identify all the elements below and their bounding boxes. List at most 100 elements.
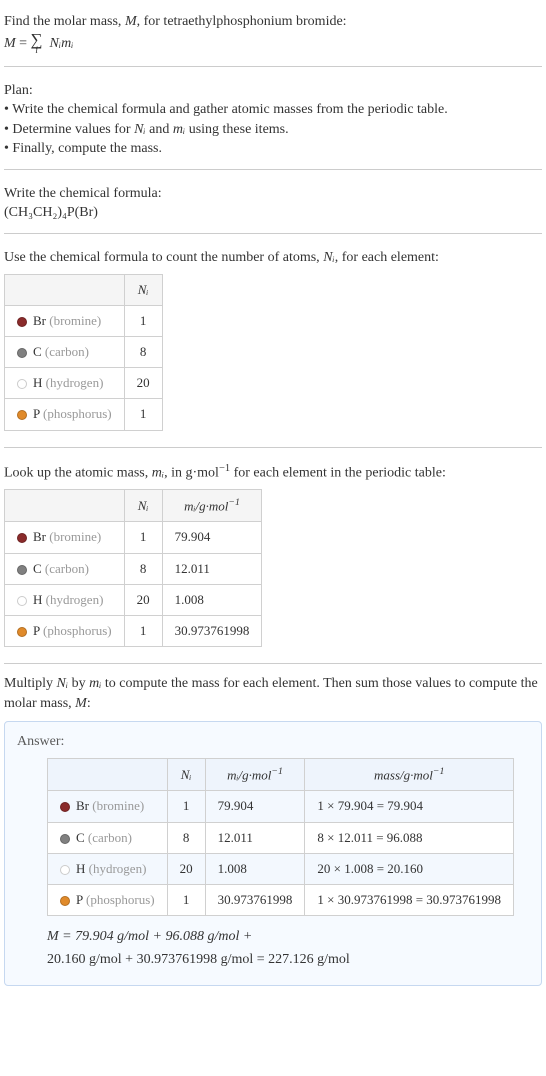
element-symbol: C (33, 344, 42, 359)
plan-b2-post: using these items. (185, 122, 288, 137)
table-row: P (phosphorus) 1 (5, 399, 163, 430)
lookup-n: 1 (124, 615, 162, 646)
element-dot-icon (60, 834, 70, 844)
element-dot-icon (60, 896, 70, 906)
element-symbol: C (76, 830, 85, 845)
plan-b2-pre: • Determine values for (4, 122, 134, 137)
ans-n: 8 (167, 822, 205, 853)
count-section: Use the chemical formula to count the nu… (4, 244, 542, 448)
table-header-row: Nᵢ mᵢ/g·mol−1 mass/g·mol−1 (48, 758, 514, 791)
ans-m: 30.973761998 (205, 884, 305, 915)
element-name: (phosphorus) (43, 623, 112, 638)
eq-m: M (4, 36, 16, 51)
element-name: (phosphorus) (86, 892, 155, 907)
element-dot-icon (60, 802, 70, 812)
element-dot-icon (17, 627, 27, 637)
table-header-row: Nᵢ (5, 274, 163, 305)
count-n: 20 (124, 368, 162, 399)
element-name: (hydrogen) (46, 375, 104, 390)
header-n: Nᵢ (124, 274, 162, 305)
element-dot-icon (60, 865, 70, 875)
eq-terms: Nᵢmᵢ (46, 36, 73, 51)
lookup-n: 20 (124, 584, 162, 615)
element-name: (phosphorus) (43, 406, 112, 421)
table-row: C (carbon) 8 12.011 8 × 12.011 = 96.088 (48, 822, 514, 853)
final-equation: M = 79.904 g/mol + 96.088 g/mol + 20.160… (47, 926, 529, 971)
element-symbol: H (33, 375, 42, 390)
element-symbol: H (76, 861, 85, 876)
ans-m: 1.008 (205, 853, 305, 884)
lookup-section: Look up the atomic mass, mᵢ, in g·mol−1 … (4, 458, 542, 665)
table-header-row: Nᵢ mᵢ/g·mol−1 (5, 489, 262, 522)
element-name: (bromine) (49, 529, 101, 544)
answer-label: Answer: (17, 732, 529, 752)
header-empty (5, 274, 125, 305)
plan-bullet-3: • Finally, compute the mass. (4, 139, 542, 159)
element-symbol: P (33, 623, 40, 638)
table-row: H (hydrogen) 20 (5, 368, 163, 399)
eq-eq: = (16, 36, 31, 51)
intro-equation: M = ∑i Nᵢmᵢ (4, 32, 542, 56)
lookup-m: 12.011 (162, 553, 262, 584)
element-dot-icon (17, 348, 27, 358)
element-name: (carbon) (45, 344, 89, 359)
intro-var-m: M (125, 14, 137, 29)
plan-b2-and: and (146, 122, 173, 137)
ans-mass: 1 × 79.904 = 79.904 (305, 791, 514, 822)
count-n: 1 (124, 305, 162, 336)
chemical-formula: (CH₃CH₂)₄P(Br) (4, 203, 542, 223)
plan-b2-n: Nᵢ (134, 122, 146, 137)
element-name: (carbon) (88, 830, 132, 845)
table-row: P (phosphorus) 1 30.973761998 (5, 615, 262, 646)
ans-n: 1 (167, 791, 205, 822)
count-n: 1 (124, 399, 162, 430)
element-name: (hydrogen) (46, 592, 104, 607)
count-table: Nᵢ Br (bromine) 1 C (carbon) 8 H (hydrog… (4, 274, 163, 431)
plan-bullet-1: • Write the chemical formula and gather … (4, 100, 542, 120)
element-dot-icon (17, 596, 27, 606)
header-empty (5, 489, 125, 522)
multiply-section: Multiply Nᵢ by mᵢ to compute the mass fo… (4, 674, 542, 717)
table-row: H (hydrogen) 20 1.008 (5, 584, 262, 615)
count-pre: Use the chemical formula to count the nu… (4, 250, 323, 265)
element-name: (hydrogen) (89, 861, 147, 876)
table-row: H (hydrogen) 20 1.008 20 × 1.008 = 20.16… (48, 853, 514, 884)
element-symbol: Br (33, 313, 46, 328)
count-line: Use the chemical formula to count the nu… (4, 248, 542, 268)
plan-b2-m: mᵢ (173, 122, 185, 137)
mul-m: mᵢ (89, 676, 101, 691)
answer-box: Answer: Nᵢ mᵢ/g·mol−1 mass/g·mol−1 Br (b… (4, 721, 542, 986)
count-n: 8 (124, 337, 162, 368)
table-row: P (phosphorus) 1 30.973761998 1 × 30.973… (48, 884, 514, 915)
table-row: Br (bromine) 1 79.904 1 × 79.904 = 79.90… (48, 791, 514, 822)
lookup-pre: Look up the atomic mass, (4, 465, 152, 480)
header-empty (48, 758, 168, 791)
header-mass: mass/g·mol−1 (305, 758, 514, 791)
element-symbol: H (33, 592, 42, 607)
mul-post: : (87, 696, 91, 711)
sigma-sub: i (35, 47, 38, 56)
element-name: (bromine) (92, 798, 144, 813)
mul-n: Nᵢ (57, 676, 69, 691)
header-m: mᵢ/g·mol−1 (205, 758, 305, 791)
table-row: Br (bromine) 1 (5, 305, 163, 336)
element-dot-icon (17, 379, 27, 389)
intro-post: , for tetraethylphosphonium bromide: (137, 14, 347, 29)
element-symbol: Br (76, 798, 89, 813)
lookup-post: for each element in the periodic table: (230, 465, 446, 480)
intro-line: Find the molar mass, M, for tetraethylph… (4, 12, 542, 32)
ans-mass: 1 × 30.973761998 = 30.973761998 (305, 884, 514, 915)
lookup-line: Look up the atomic mass, mᵢ, in g·mol−1 … (4, 462, 542, 483)
element-symbol: P (33, 406, 40, 421)
formula-title: Write the chemical formula: (4, 184, 542, 204)
lookup-m: 1.008 (162, 584, 262, 615)
mul-mvar: M (75, 696, 87, 711)
element-dot-icon (17, 410, 27, 420)
answer-table: Nᵢ mᵢ/g·mol−1 mass/g·mol−1 Br (bromine) … (47, 758, 514, 916)
element-dot-icon (17, 317, 27, 327)
intro-pre: Find the molar mass, (4, 14, 125, 29)
table-row: C (carbon) 8 12.011 (5, 553, 262, 584)
lookup-mid: , in g·mol (164, 465, 219, 480)
element-dot-icon (17, 533, 27, 543)
formula-section: Write the chemical formula: (CH₃CH₂)₄P(B… (4, 180, 542, 234)
